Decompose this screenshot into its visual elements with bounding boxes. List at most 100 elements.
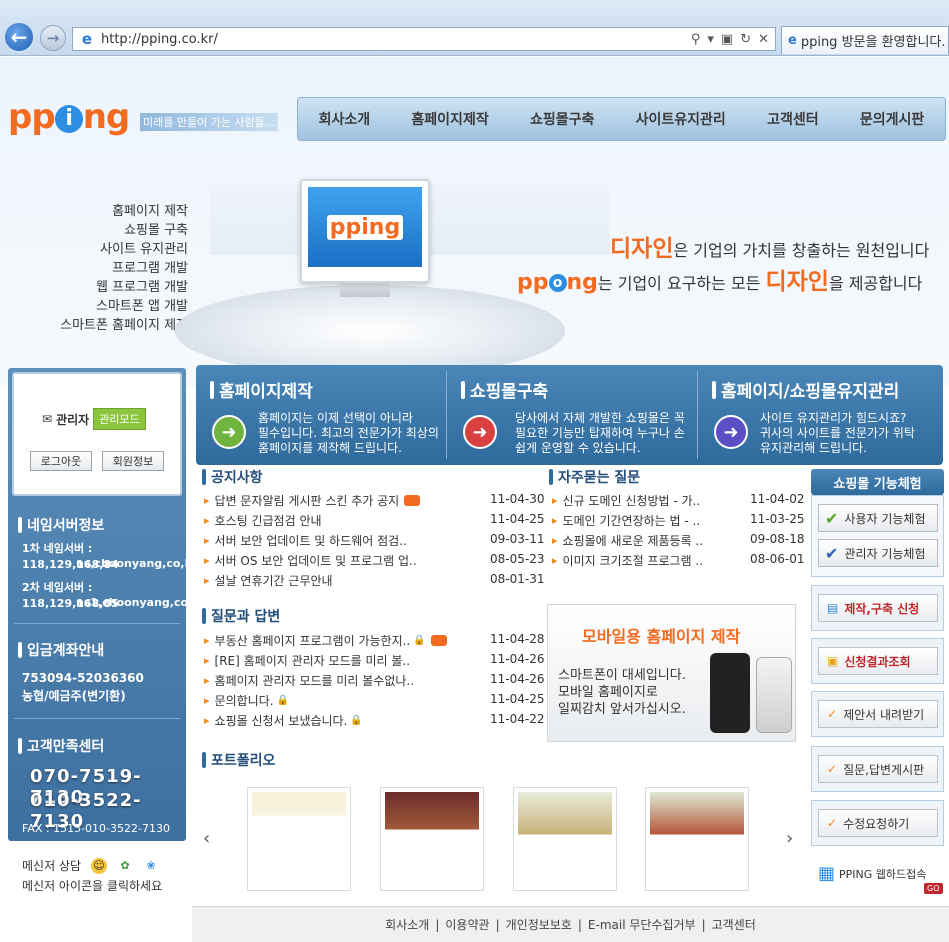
smartphone-back-image	[756, 657, 792, 733]
post-title[interactable]: 문의합니다.	[215, 692, 274, 709]
post-title[interactable]: 설날 연휴기간 근무안내	[215, 572, 333, 589]
chevron-left-icon[interactable]: ‹	[203, 828, 210, 849]
admin-mode-button[interactable]: 관리모드	[93, 408, 146, 430]
bank-number: 753094-52036360	[22, 671, 144, 685]
tab-title: pping 방문을 환영합니다.	[800, 35, 946, 50]
qna-title[interactable]: 질문과 답변	[202, 606, 280, 626]
band-line: 귀사의 사이트를 전문가가 위탁	[760, 426, 915, 440]
footer-link-terms[interactable]: 이용약관	[445, 916, 489, 933]
notice-post[interactable]: 호스팅 긴급점검 안내	[204, 512, 322, 529]
post-title[interactable]: 쇼핑몰 신청서 보냈습니다.	[215, 712, 348, 729]
nav-customer[interactable]: 고객센터	[767, 109, 819, 129]
customer-center-title: 고객만족센터	[18, 736, 104, 756]
go-button[interactable]: GO	[924, 883, 943, 894]
post-date: 11-04-22	[490, 712, 545, 726]
modify-button[interactable]: ✓ 수정요청하기	[818, 809, 938, 837]
faq-post[interactable]: 도메인 기간연장하는 법 - ..	[552, 512, 701, 529]
mobile-homepage-banner[interactable]: 모바일용 홈페이지 제작 스마트폰이 대세입니다. 모바일 홈페이지로 일찌감치…	[547, 604, 796, 742]
post-title[interactable]: [RE] 홈페이지 관리자 모드를 미리 볼..	[215, 652, 411, 669]
notice-post[interactable]: 설날 연휴기간 근무안내	[204, 572, 333, 589]
portfolio-thumb[interactable]	[380, 787, 484, 891]
nav-homepage[interactable]: 홈페이지제작	[411, 109, 488, 129]
qna-post[interactable]: 쇼핑몰 신청서 보냈습니다.🔒	[204, 712, 363, 729]
qna-post[interactable]: 문의합니다.🔒	[204, 692, 289, 709]
post-title[interactable]: 도메인 기간연장하는 법 - ..	[563, 512, 701, 529]
checkmark-icon: ✔	[825, 543, 839, 563]
faq-post[interactable]: 신규 도메인 신청방법 - 가..	[552, 492, 701, 509]
check-icon: ✓	[827, 762, 838, 776]
proposal-button[interactable]: ✓ 제안서 내려받기	[818, 700, 938, 728]
portfolio-thumb[interactable]	[247, 787, 351, 891]
arrow-right-icon[interactable]: ➜	[714, 415, 748, 449]
post-date: 11-04-26	[490, 652, 545, 666]
tagline-text: 는 기업이 요구하는 모든	[597, 274, 766, 293]
footer-link-customer[interactable]: 고객센터	[712, 916, 756, 933]
post-title[interactable]: 답변 문자알림 게시판 스킨 추가 공지	[215, 492, 400, 509]
webhard-link[interactable]: ▦ PPING 웹하드접속	[818, 863, 926, 884]
footer-link-company[interactable]: 회사소개	[385, 916, 429, 933]
faq-post[interactable]: 쇼핑몰에 새로운 제품등록 ..	[552, 532, 704, 549]
back-arrow-icon[interactable]: ←	[3, 21, 35, 53]
chevron-right-icon[interactable]: ›	[786, 828, 793, 849]
post-title[interactable]: 신규 도메인 신청방법 - 가..	[563, 492, 701, 509]
arrow-right-icon[interactable]: ➜	[212, 415, 246, 449]
band-homepage[interactable]: 홈페이지제작 ➜ 홈페이지는 이제 선택이 아니라 필수입니다. 최고의 전문가…	[196, 365, 446, 465]
post-title[interactable]: 쇼핑몰에 새로운 제품등록 ..	[563, 532, 704, 549]
search-icon[interactable]: ⚲	[691, 32, 701, 47]
portfolio-thumb[interactable]	[513, 787, 617, 891]
post-title[interactable]: 부동산 홈페이지 프로그램이 가능한지..	[215, 632, 411, 649]
mail-icon: ✉	[42, 412, 53, 426]
nav-board[interactable]: 문의게시판	[860, 109, 924, 129]
lock-icon: 🔒	[350, 715, 363, 726]
post-title[interactable]: 서버 보안 업데이트 및 하드웨어 점검..	[215, 532, 407, 549]
faq-title[interactable]: 자주묻는 질문	[549, 467, 640, 487]
post-title[interactable]: 홈페이지 관리자 모드를 미리 볼수없나..	[215, 672, 415, 689]
stop-icon[interactable]: ✕	[758, 32, 769, 47]
member-info-button[interactable]: 회원정보	[102, 451, 164, 471]
post-date: 11-04-25	[490, 512, 545, 526]
band-shopping[interactable]: 쇼핑몰구축 ➜ 당사에서 자체 개발한 쇼핑몰은 꼭 필요한 기능만 탑재하여 …	[447, 365, 697, 465]
post-title[interactable]: 이미지 크기조절 프로그램 ..	[563, 552, 704, 569]
butterfly-messenger-icon[interactable]: ✿	[117, 857, 134, 874]
refresh-icon[interactable]: ↻	[740, 32, 751, 47]
compat-icon[interactable]: ▣	[721, 32, 733, 47]
button-label: 질문,답변게시판	[843, 762, 925, 777]
service-list: 홈페이지 제작 쇼핑몰 구축 사이트 유지관리 프로그램 개발 웹 프로그램 개…	[40, 202, 188, 335]
post-title[interactable]: 호스팅 긴급점검 안내	[215, 512, 322, 529]
qna-post[interactable]: [RE] 홈페이지 관리자 모드를 미리 볼..	[204, 652, 411, 669]
admin-demo-button[interactable]: ✔ 관리자 기능체험	[818, 539, 938, 567]
notice-post[interactable]: 서버 OS 보안 업데이트 및 프로그램 업..	[204, 552, 417, 569]
post-title[interactable]: 서버 OS 보안 업데이트 및 프로그램 업..	[215, 552, 417, 569]
band-maintenance[interactable]: 홈페이지/쇼핑몰유지관리 ➜ 사이트 유지관리가 힘드시죠? 귀사의 사이트를 …	[698, 365, 943, 465]
admin-row: ✉ 관리자 관리모드	[42, 408, 146, 430]
user-demo-button[interactable]: ✔ 사용자 기능체험	[818, 504, 938, 532]
url-text[interactable]: http://pping.co.kr/	[101, 32, 218, 47]
qna-post[interactable]: 부동산 홈페이지 프로그램이 가능한지..🔒	[204, 632, 447, 649]
smiley-messenger-icon[interactable]: ☺	[91, 857, 108, 874]
nav-shopping[interactable]: 쇼핑몰구축	[530, 109, 594, 129]
qna-board-button[interactable]: ✓ 질문,답변게시판	[818, 755, 938, 783]
footer-link-email[interactable]: E-mail 무단수집거부	[588, 916, 696, 933]
logout-button[interactable]: 로그아웃	[30, 451, 92, 471]
notice-title[interactable]: 공지사항	[202, 467, 263, 487]
post-date: 11-04-02	[750, 492, 805, 506]
checkmark-icon: ✔	[825, 508, 839, 528]
site-logo[interactable]: pp i ng	[8, 97, 130, 137]
footer-link-privacy[interactable]: 개인정보보호	[506, 916, 572, 933]
forward-arrow-icon[interactable]: →	[40, 25, 66, 51]
nav-maintenance[interactable]: 사이트유지관리	[636, 109, 726, 129]
portfolio-thumb[interactable]	[645, 787, 749, 891]
address-bar[interactable]: e http://pping.co.kr/ ⚲ ▾ ▣ ↻ ✕	[72, 27, 776, 51]
notice-post[interactable]: 답변 문자알림 게시판 스킨 추가 공지	[204, 492, 421, 509]
nav-company[interactable]: 회사소개	[319, 109, 371, 129]
msn-messenger-icon[interactable]: ❀	[143, 857, 160, 874]
arrow-right-icon[interactable]: ➜	[463, 415, 497, 449]
faq-post[interactable]: 이미지 크기조절 프로그램 ..	[552, 552, 704, 569]
result-button[interactable]: ▣ 신청결과조회	[818, 647, 938, 675]
qna-post[interactable]: 홈페이지 관리자 모드를 미리 볼수없나..	[204, 672, 415, 689]
portfolio-title[interactable]: 포트폴리오	[202, 750, 275, 770]
dropdown-icon[interactable]: ▾	[707, 32, 714, 47]
browser-tab[interactable]: e pping 방문을 환영합니다.	[781, 26, 949, 54]
apply-button[interactable]: ▤ 제작,구축 신청	[818, 594, 938, 622]
notice-post[interactable]: 서버 보안 업데이트 및 하드웨어 점검..	[204, 532, 407, 549]
